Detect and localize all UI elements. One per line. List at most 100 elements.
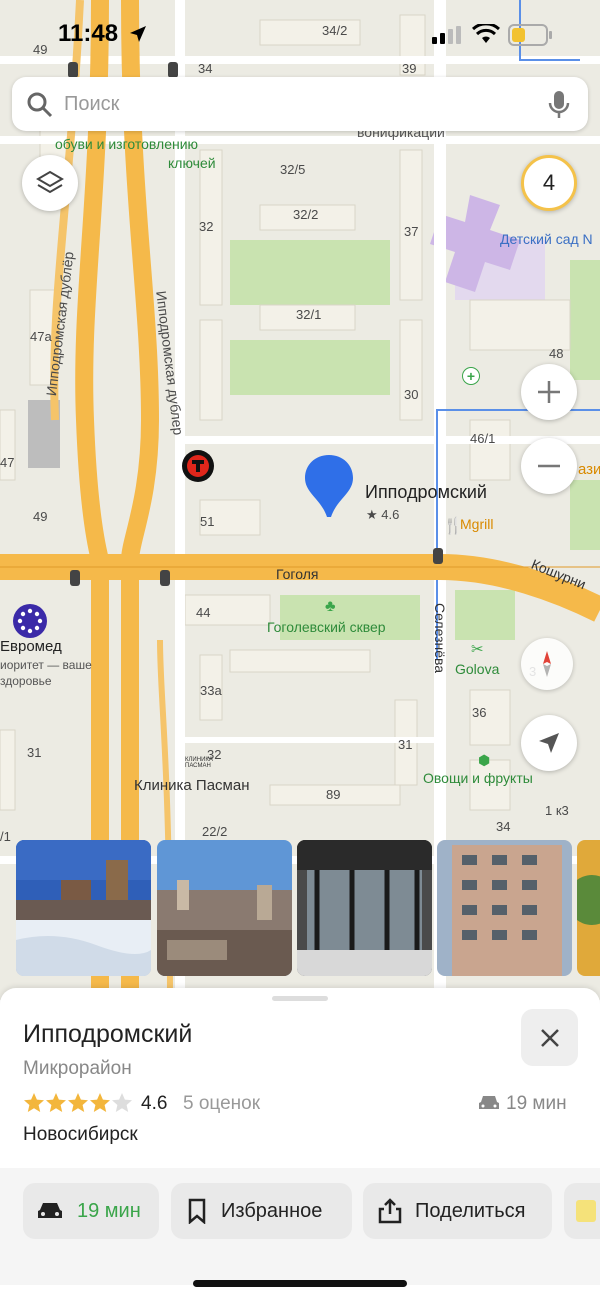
note-icon [576,1200,596,1222]
photo-thumbnail[interactable] [16,840,151,976]
map-label: иоритет — ваше [0,658,92,672]
map-label: 37 [404,224,419,239]
map-label: 31 [398,737,413,752]
close-icon [540,1028,559,1047]
share-icon [378,1198,402,1224]
place-title: Ипподромский [23,1020,193,1048]
minus-icon [538,464,560,468]
clinic-logo-icon[interactable] [13,604,47,638]
search-bar[interactable]: Поиск [12,77,588,131]
clinic-sign: КЛИНИКА ПАСМАН [185,757,213,769]
map-label: 51 [200,514,215,529]
map-label: 22/2 [202,824,228,839]
place-city: Новосибирск [23,1124,138,1145]
map-label: 33а [200,683,222,698]
battery-icon [508,24,552,46]
navigation-arrow-icon [539,733,559,753]
compass-button[interactable] [521,638,573,690]
drive-time: 19 мин [506,1093,567,1114]
plus-icon [538,381,560,403]
map-label: 31 [27,745,42,760]
tree-icon: ♣ [325,598,336,615]
shop-icon: ⬢ [478,752,491,768]
compass-icon [543,651,551,677]
map-label-place[interactable]: Ипподромский [365,483,487,501]
map-label: 32/5 [280,162,306,177]
favorite-button[interactable]: Избранное [171,1183,352,1239]
map-label-clinic[interactable]: Евромед [0,639,62,654]
my-location-button[interactable] [521,715,577,771]
map-label: 47 [0,455,15,470]
place-card[interactable]: Ипподромский Микрорайон 4.6 5 оценок 19 … [0,988,600,1297]
zoom-out-button[interactable] [521,438,577,494]
car-icon [38,1203,62,1218]
rating-value: 4.6 [141,1093,168,1114]
car-icon [479,1096,499,1109]
place-type: Микрорайон [23,1058,132,1079]
photo-thumbnail[interactable] [157,840,292,976]
street-label: Селезнёва [432,603,448,674]
map-label: 32/1 [296,307,322,322]
microphone-icon[interactable] [548,90,570,120]
map-label: 34 [496,819,511,834]
map-label: 89 [326,787,341,802]
map-label: 47а [30,329,52,344]
map-label: ази [578,461,600,478]
action-bar: 19 мин Избранное Поделиться [0,1168,600,1285]
map-label: 32 [199,219,214,234]
layers-icon [36,170,64,194]
traffic-level-button[interactable]: 4 [521,155,577,211]
home-indicator[interactable] [193,1280,407,1287]
map-label-kindergarten[interactable]: Детский сад N [500,232,593,246]
map-label-shop[interactable]: ключей [168,156,216,170]
share-label: Поделиться [415,1199,526,1222]
status-bar: 11:48 [0,0,600,70]
more-actions-button[interactable] [564,1183,600,1239]
place-pin-icon[interactable] [303,453,355,519]
map-label-rating: ★ 4.6 [366,507,400,522]
photo-strip[interactable] [16,840,600,976]
share-button[interactable]: Поделиться [363,1183,552,1239]
map-label: 1 к3 [545,803,569,818]
search-input[interactable]: Поиск [64,93,119,116]
restaurant-icon: 🍴 [443,518,463,535]
map-label-clinic[interactable]: Клиника Пасман [134,778,250,793]
map-label: 46/1 [470,431,496,446]
map-label-shop[interactable]: Овощи и фрукты [423,771,533,785]
photo-thumbnail[interactable] [437,840,572,976]
transit-stop-icon[interactable] [182,450,214,482]
map-label: 49 [33,509,48,524]
scissors-icon: ✂ [471,641,484,658]
pharmacy-icon[interactable]: + [462,367,480,385]
map-label-shop[interactable]: обуви и изготовлению [55,137,198,151]
map-label: здоровье [0,674,52,688]
rating-count[interactable]: 5 оценок [183,1093,260,1115]
map-label: 36 [472,705,487,720]
map-label: 48 [549,346,564,361]
bookmark-icon [188,1198,206,1224]
cellular-signal-icon [432,26,461,44]
map-label-park[interactable]: Гоголевский сквер [267,620,386,634]
clock: 11:48 [58,20,119,47]
route-button[interactable]: 19 мин [23,1183,159,1239]
layers-button[interactable] [22,155,78,211]
map-label-shop[interactable]: Golova [455,662,499,676]
favorite-label: Избранное [221,1199,323,1222]
rating-stars [23,1092,133,1119]
route-time: 19 мин [77,1199,141,1222]
map-label: 32/2 [293,207,319,222]
zoom-in-button[interactable] [521,364,577,420]
map-label-restaurant[interactable]: Mgrill [460,517,493,531]
photo-thumbnail[interactable] [577,840,600,976]
sheet-handle[interactable] [272,996,328,1001]
photo-thumbnail[interactable] [297,840,432,976]
traffic-level: 4 [542,170,556,195]
location-arrow-icon [130,26,146,42]
map-label: 30 [404,387,419,402]
map-label: 44 [196,605,211,620]
wifi-icon [472,24,500,43]
map-label: /1 [0,829,11,844]
search-icon [27,92,53,118]
street-label: Гоголя [276,566,319,582]
close-button[interactable] [521,1009,578,1066]
